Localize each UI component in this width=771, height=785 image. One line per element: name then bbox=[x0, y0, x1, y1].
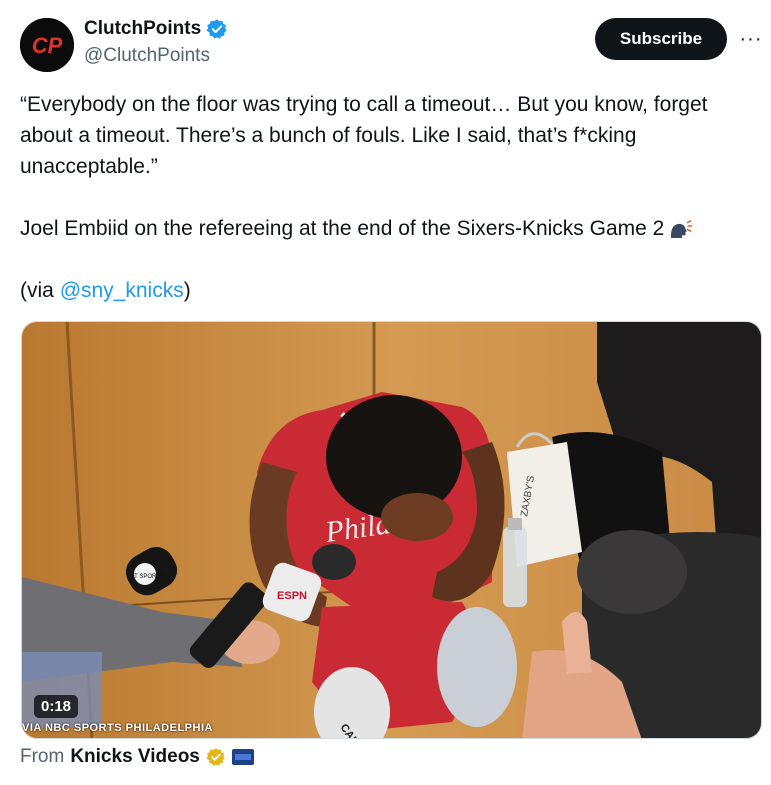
author-handle[interactable]: @ClutchPoints bbox=[84, 45, 210, 67]
via-suffix: ) bbox=[183, 279, 191, 302]
mic-brand-2: TNT SPORTS bbox=[126, 574, 164, 580]
tweet-context: Joel Embiid on the refereeing at the end… bbox=[20, 213, 765, 244]
video-source: From Knicks Videos bbox=[20, 746, 254, 768]
video-player[interactable]: ZAXBY'S Phila TNT SPORTS ESPN CANAL bbox=[21, 321, 762, 739]
tweet-context-text: Joel Embiid on the refereeing at the end… bbox=[20, 217, 665, 240]
tweet-via: (via @sny_knicks) bbox=[20, 275, 765, 306]
tweet-text: “Everybody on the floor was trying to ca… bbox=[20, 89, 765, 306]
video-credit: VIA NBC SPORTS PHILADELPHIA bbox=[22, 722, 213, 734]
speaking-head-icon bbox=[671, 220, 693, 238]
avatar-text: CP bbox=[32, 33, 63, 58]
clutchpoints-logo-icon: CP bbox=[20, 18, 74, 72]
via-prefix: (via bbox=[20, 279, 60, 302]
source-prefix: From bbox=[20, 746, 65, 767]
more-options-icon[interactable]: ··· bbox=[738, 26, 764, 52]
video-thumbnail: ZAXBY'S Phila TNT SPORTS ESPN CANAL bbox=[22, 322, 761, 738]
mention-link[interactable]: @sny_knicks bbox=[60, 279, 184, 302]
verified-badge-icon bbox=[206, 19, 227, 39]
gold-verified-badge-icon bbox=[206, 748, 225, 766]
avatar[interactable]: CP bbox=[20, 18, 74, 72]
sny-affiliate-icon[interactable] bbox=[231, 748, 254, 766]
video-duration: 0:18 bbox=[34, 695, 79, 718]
tweet-quote: “Everybody on the floor was trying to ca… bbox=[20, 93, 708, 178]
author-name[interactable]: ClutchPoints bbox=[84, 18, 201, 40]
source-name-link[interactable]: Knicks Videos bbox=[70, 746, 200, 768]
subscribe-button[interactable]: Subscribe bbox=[595, 18, 727, 60]
author-name-row[interactable]: ClutchPoints bbox=[84, 18, 228, 40]
mic-brand: ESPN bbox=[277, 590, 307, 602]
